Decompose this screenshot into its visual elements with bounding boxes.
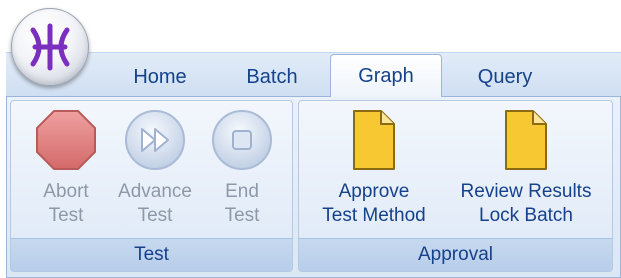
document-icon bbox=[353, 110, 395, 170]
document-icon bbox=[505, 110, 547, 170]
approve-test-method-label-line2: Test Method bbox=[322, 205, 426, 226]
review-results-lock-batch-button[interactable]: Review Results Lock Batch bbox=[445, 108, 607, 228]
tab-graph[interactable]: Graph bbox=[330, 54, 442, 97]
review-results-lock-batch-label-line2: Lock Batch bbox=[479, 205, 573, 226]
group-approval-label: Approval bbox=[299, 238, 612, 271]
approve-test-method-button[interactable]: Approve Test Method bbox=[304, 108, 444, 228]
stop-square-icon bbox=[212, 110, 272, 170]
abort-test-label-line2: Test bbox=[48, 205, 84, 226]
advance-test-button[interactable]: Advance Test bbox=[107, 108, 203, 228]
abort-test-button[interactable]: Abort Test bbox=[26, 108, 106, 228]
review-results-lock-batch-label-line1: Review Results bbox=[460, 181, 592, 202]
fast-forward-icon bbox=[125, 110, 185, 170]
application-logo-icon bbox=[30, 23, 70, 71]
abort-test-label-line1: Abort bbox=[43, 181, 89, 202]
tab-query[interactable]: Query bbox=[460, 58, 550, 96]
end-test-label-line2: Test bbox=[224, 205, 260, 226]
end-test-label-line1: End bbox=[225, 181, 259, 202]
advance-test-label-line1: Advance bbox=[118, 181, 192, 202]
application-menu-button[interactable] bbox=[11, 8, 89, 86]
tab-home[interactable]: Home bbox=[120, 58, 200, 96]
tab-batch[interactable]: Batch bbox=[232, 58, 312, 96]
stop-octagon-icon bbox=[36, 110, 96, 170]
approve-test-method-label-line1: Approve bbox=[338, 181, 410, 202]
end-test-button[interactable]: End Test bbox=[204, 108, 280, 228]
group-test-label: Test bbox=[11, 238, 292, 271]
advance-test-label-line2: Test bbox=[137, 205, 173, 226]
